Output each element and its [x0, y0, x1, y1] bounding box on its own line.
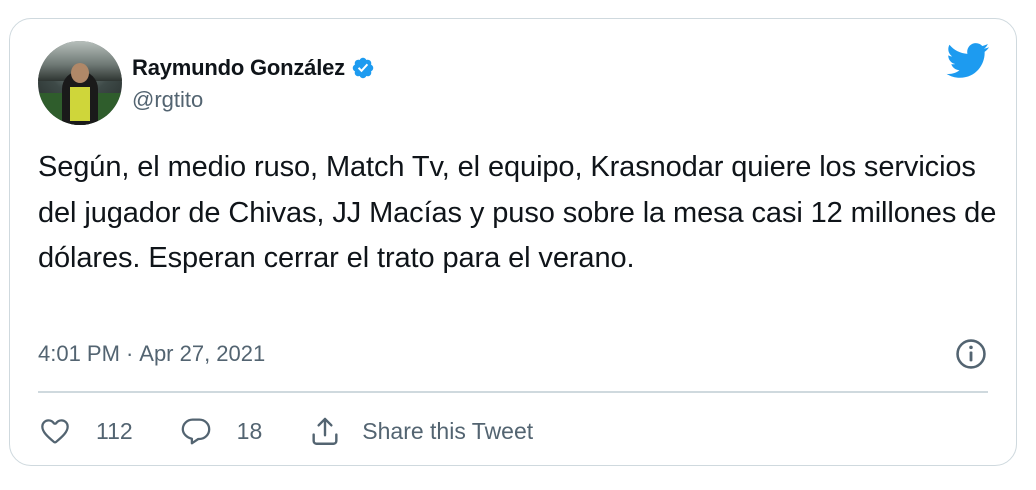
like-button[interactable]: 112 [38, 415, 133, 447]
tweet-time[interactable]: 4:01 PM [38, 341, 120, 367]
share-icon [312, 417, 338, 445]
author-name[interactable]: Raymundo González [132, 55, 345, 81]
tweet-timestamp[interactable]: 4:01 PM · Apr 27, 2021 [38, 341, 265, 367]
avatar-jersey [70, 87, 90, 121]
tweet-actions-bar: 112 18 Share this Tweet [38, 414, 533, 448]
author-handle[interactable]: @rgtito [132, 87, 203, 113]
heart-icon [41, 419, 69, 444]
author-name-row[interactable]: Raymundo González [132, 53, 375, 83]
author-avatar[interactable] [38, 41, 122, 125]
reply-count[interactable]: 18 [237, 418, 263, 445]
tweet-text: Según, el medio ruso, Match Tv, el equip… [38, 151, 997, 274]
like-count[interactable]: 112 [96, 418, 133, 445]
tweet-card[interactable]: Raymundo González @rgtito Según, el medi… [9, 18, 1017, 466]
twitter-bird-icon[interactable] [946, 43, 990, 79]
reply-bubble-icon [181, 418, 211, 445]
avatar-head [71, 63, 89, 83]
tweet-date[interactable]: Apr 27, 2021 [139, 341, 265, 367]
info-icon[interactable] [954, 337, 988, 371]
actions-divider [38, 391, 988, 393]
reply-button[interactable]: 18 [179, 415, 263, 447]
verified-badge-icon [352, 57, 374, 79]
timestamp-separator: · [125, 341, 134, 366]
share-label[interactable]: Share this Tweet [362, 418, 533, 445]
share-button[interactable]: Share this Tweet [308, 414, 533, 448]
